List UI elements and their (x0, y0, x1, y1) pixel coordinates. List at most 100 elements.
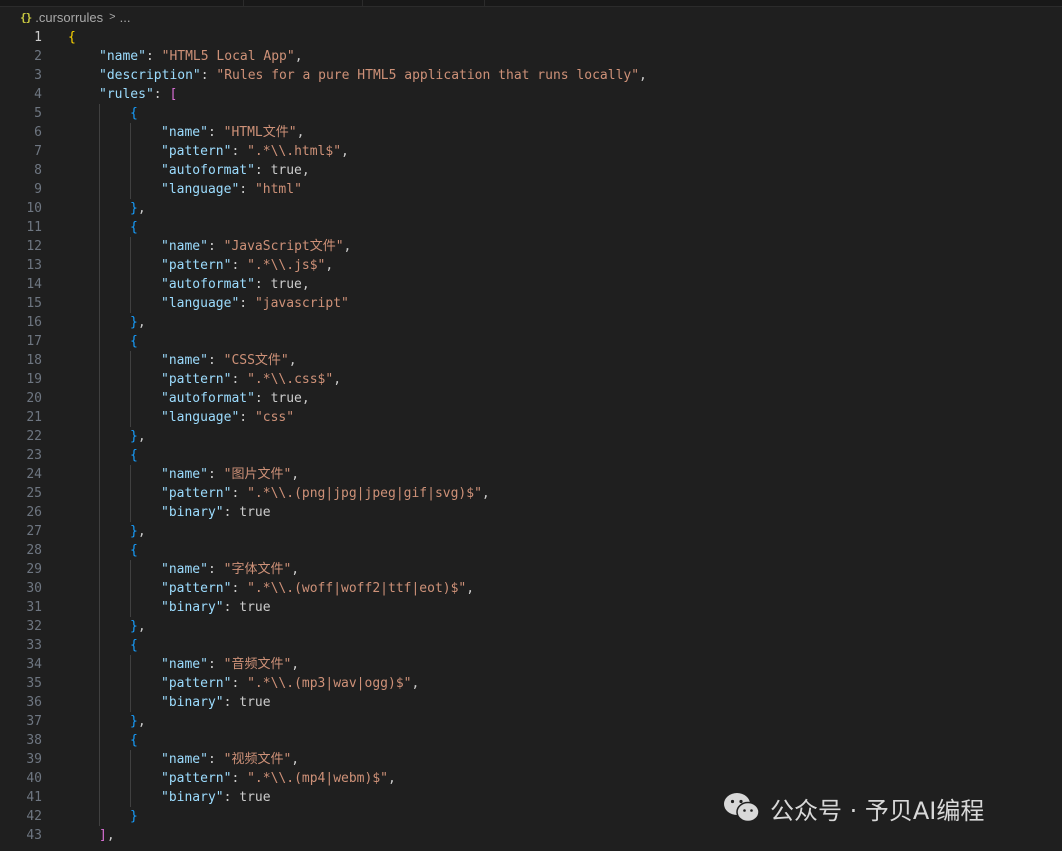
code-token: "name" (161, 657, 208, 672)
code-token: , (388, 771, 396, 786)
code-line[interactable]: 20 "autoformat": true, (0, 389, 1062, 408)
indent-guide (99, 180, 100, 199)
code-line[interactable]: 12 "name": "JavaScript文件", (0, 237, 1062, 256)
code-text: "autoformat": true, (161, 275, 310, 294)
code-token: : (207, 562, 224, 577)
code-line[interactable]: 37}, (0, 712, 1062, 731)
code-line[interactable]: 21 "language": "css" (0, 408, 1062, 427)
code-line[interactable]: 43], (0, 826, 1062, 845)
line-number: 35 (26, 676, 42, 691)
line-number: 38 (26, 733, 42, 748)
code-token: : (207, 752, 224, 767)
code-text: ], (99, 826, 115, 845)
line-number: 8 (34, 163, 42, 178)
line-number: 6 (34, 125, 42, 140)
code-line[interactable]: 35 "pattern": ".*\\.(mp3|wav|ogg)$", (0, 674, 1062, 693)
indent-guide (99, 674, 100, 693)
code-line[interactable]: 15 "language": "javascript" (0, 294, 1062, 313)
code-line[interactable]: 22}, (0, 427, 1062, 446)
code-line[interactable]: 25 "pattern": ".*\\.(png|jpg|jpeg|gif|svg… (0, 484, 1062, 503)
indent-guide (130, 370, 131, 389)
code-text: "binary": true (161, 503, 271, 522)
code-line[interactable]: 29 "name": "字体文件", (0, 560, 1062, 579)
code-line[interactable]: 9 "language": "html" (0, 180, 1062, 199)
line-number: 7 (34, 144, 42, 159)
code-token: : (231, 486, 248, 501)
code-token: : (254, 163, 271, 178)
code-line[interactable]: 7 "pattern": ".*\\.html$", (0, 142, 1062, 161)
code-line[interactable]: 16}, (0, 313, 1062, 332)
line-number: 27 (26, 524, 42, 539)
code-line[interactable]: 30 "pattern": ".*\\.(woff|woff2|ttf|eot)$… (0, 579, 1062, 598)
code-line[interactable]: 18 "name": "CSS文件", (0, 351, 1062, 370)
breadcrumb-ellipsis[interactable]: ... (120, 10, 131, 25)
line-number: 43 (26, 828, 42, 843)
code-line[interactable]: 13 "pattern": ".*\\.js$", (0, 256, 1062, 275)
code-token: "html" (254, 182, 302, 197)
code-line[interactable]: 40 "pattern": ".*\\.(mp4|webm)$", (0, 769, 1062, 788)
indent-guide (99, 503, 100, 522)
code-token: : (223, 505, 240, 520)
indent-guide (99, 104, 100, 123)
code-text: "binary": true (161, 598, 271, 617)
code-line[interactable]: 34 "name": "音频文件", (0, 655, 1062, 674)
code-line[interactable]: 31 "binary": true (0, 598, 1062, 617)
code-token: , (137, 714, 146, 729)
code-line[interactable]: 33 { (0, 636, 1062, 655)
line-number: 12 (26, 239, 42, 254)
line-number: 25 (26, 486, 42, 501)
code-line[interactable]: 2 "name": "HTML5 Local App", (0, 47, 1062, 66)
code-line[interactable]: 10}, (0, 199, 1062, 218)
indent-guide (130, 769, 131, 788)
indent-guide (99, 199, 100, 218)
indent-guide (130, 788, 131, 807)
code-token: { (130, 638, 138, 653)
code-line[interactable]: 38 { (0, 731, 1062, 750)
code-line[interactable]: 24 "name": "图片文件", (0, 465, 1062, 484)
code-line[interactable]: 32}, (0, 617, 1062, 636)
indent-guide (130, 123, 131, 142)
indent-guide (130, 655, 131, 674)
code-token: , (106, 828, 115, 843)
breadcrumb-file[interactable]: .cursorrules (35, 10, 103, 25)
code-line[interactable]: 11 { (0, 218, 1062, 237)
indent-guide (99, 541, 100, 560)
code-line[interactable]: 26 "binary": true (0, 503, 1062, 522)
code-token: : (207, 239, 224, 254)
code-line[interactable]: 5{ (0, 104, 1062, 123)
indent-guide (99, 769, 100, 788)
code-line[interactable]: 3 "description": "Rules for a pure HTML5 … (0, 66, 1062, 85)
code-line[interactable]: 36 "binary": true (0, 693, 1062, 712)
line-number: 22 (26, 429, 42, 444)
code-token: : (254, 277, 271, 292)
code-token: : (231, 144, 248, 159)
code-token: "language" (161, 182, 240, 197)
code-token: } (130, 201, 138, 216)
code-line[interactable]: 14 "autoformat": true, (0, 275, 1062, 294)
code-line[interactable]: 19 "pattern": ".*\\.css$", (0, 370, 1062, 389)
code-token: : (231, 771, 248, 786)
code-line[interactable]: 8 "autoformat": true, (0, 161, 1062, 180)
code-line[interactable]: 17 { (0, 332, 1062, 351)
line-number: 29 (26, 562, 42, 577)
code-line[interactable]: 39 "name": "视频文件", (0, 750, 1062, 769)
code-token: : (239, 296, 255, 311)
code-line[interactable]: 28 { (0, 541, 1062, 560)
indent-guide (99, 484, 100, 503)
code-line[interactable]: 27}, (0, 522, 1062, 541)
code-line[interactable]: 4 "rules": [ (0, 85, 1062, 104)
code-line[interactable]: 6 "name": "HTML文件", (0, 123, 1062, 142)
code-token: , (291, 657, 300, 672)
code-token: "language" (161, 296, 240, 311)
line-number: 26 (26, 505, 42, 520)
code-line[interactable]: 23 { (0, 446, 1062, 465)
code-token: "视频文件" (223, 752, 292, 767)
code-text: } (130, 807, 138, 826)
indent-guide (99, 123, 100, 142)
code-editor[interactable]: 1{2 "name": "HTML5 Local App", 3 "descripti… (0, 28, 1062, 851)
code-text: "name": "图片文件", (161, 465, 299, 484)
code-token: , (301, 277, 310, 292)
code-line[interactable]: 1{ (0, 28, 1062, 47)
indent-guide (130, 389, 131, 408)
code-token: "binary" (161, 790, 224, 805)
